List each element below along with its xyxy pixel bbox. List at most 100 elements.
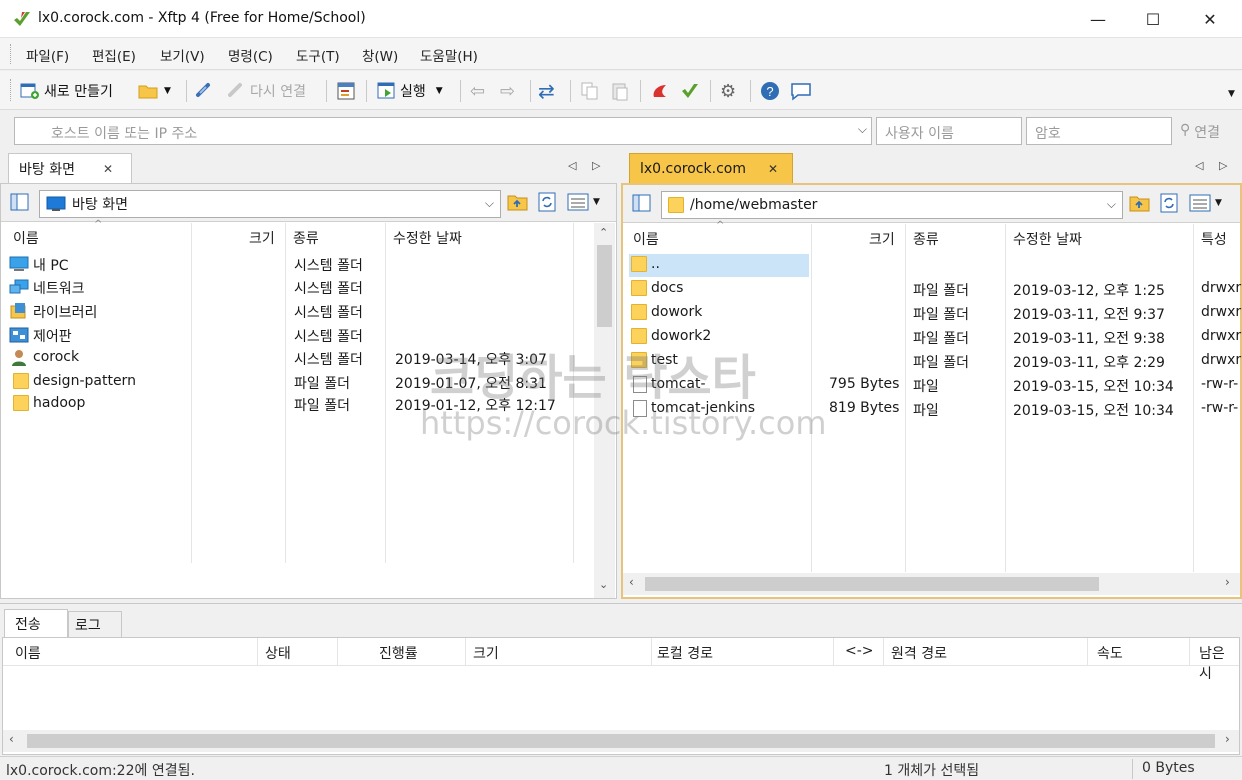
maximize-button[interactable]: ☐ xyxy=(1125,0,1181,38)
file-row[interactable]: hadoop 파일 폴더 2019-01-12, 오후 12:17 xyxy=(9,393,589,416)
left-path-field[interactable]: 바탕 화면 ⌵ xyxy=(39,190,501,218)
password-input[interactable]: 암호 xyxy=(1026,117,1172,145)
parent-folder-button[interactable] xyxy=(507,192,529,216)
col-size[interactable]: 크기 xyxy=(869,229,895,249)
scroll-left-icon[interactable]: ‹ xyxy=(9,732,14,746)
scroll-right-icon[interactable]: › xyxy=(1225,575,1230,589)
open-folder-button[interactable]: ▼ xyxy=(138,79,171,103)
chevron-down-icon[interactable]: ⌵ xyxy=(485,196,494,211)
tab-scroll-left-icon[interactable]: ◁ xyxy=(568,159,576,172)
file-row[interactable]: tomcat-jenkins 819 Bytes 파일 2019-03-15, … xyxy=(629,398,1239,421)
chevron-down-icon[interactable]: ⌵ xyxy=(1107,197,1116,212)
file-row[interactable]: tomcat- 795 Bytes 파일 2019-03-15, 오전 10:3… xyxy=(629,374,1239,397)
scroll-left-icon[interactable]: ‹ xyxy=(629,575,634,589)
col-status[interactable]: 상태 xyxy=(265,643,291,663)
minimize-button[interactable]: — xyxy=(1070,0,1126,38)
toolbar-overflow-icon[interactable]: ▼ xyxy=(1228,89,1235,99)
feedback-button[interactable] xyxy=(790,79,812,103)
chevron-down-icon[interactable]: ⌵ xyxy=(858,122,867,137)
right-horizontal-scrollbar[interactable]: ‹ › xyxy=(623,573,1240,595)
folder-up-icon xyxy=(507,195,528,211)
scroll-thumb[interactable] xyxy=(645,577,1099,591)
help-button[interactable]: ? xyxy=(760,79,780,103)
refresh-button[interactable] xyxy=(1159,193,1181,217)
properties-button[interactable] xyxy=(336,79,356,103)
file-row[interactable]: test 파일 폴더 2019-03-11, 오후 2:29 drwxr xyxy=(629,350,1241,373)
xshell-button[interactable] xyxy=(650,79,670,103)
col-remote-path[interactable]: 원격 경로 xyxy=(891,643,947,663)
refresh-button[interactable] xyxy=(537,192,559,216)
col-modified[interactable]: 수정한 날짜 xyxy=(393,228,462,248)
copy-button[interactable] xyxy=(580,79,600,103)
file-row[interactable]: design-pattern 파일 폴더 2019-01-07, 오전 8:31 xyxy=(9,371,589,394)
file-row[interactable]: docs 파일 폴더 2019-03-12, 오후 1:25 drwxr xyxy=(629,278,1241,301)
file-row[interactable]: dowork 파일 폴더 2019-03-11, 오전 9:37 drwxr xyxy=(629,302,1241,325)
title-bar: lx0.corock.com - Xftp 4 (Free for Home/S… xyxy=(0,0,1242,38)
paste-button[interactable] xyxy=(610,79,630,103)
menu-edit[interactable]: 편집(E) xyxy=(92,45,136,65)
connect-link-button[interactable] xyxy=(194,79,214,103)
tab-close-icon[interactable]: ✕ xyxy=(103,162,113,176)
tab-close-icon[interactable]: ✕ xyxy=(768,162,778,176)
parent-folder-button[interactable] xyxy=(1129,193,1151,217)
tab-scroll-right-icon[interactable]: ▷ xyxy=(592,159,600,172)
tree-toggle-icon[interactable] xyxy=(9,192,33,214)
sync-button[interactable]: ⇄ xyxy=(538,79,555,103)
col-remaining[interactable]: 남은 시 xyxy=(1199,643,1239,683)
col-type[interactable]: 종류 xyxy=(293,228,319,248)
username-input[interactable]: 사용자 이름 xyxy=(876,117,1022,145)
file-row[interactable]: 제어판 시스템 폴더 xyxy=(9,324,589,347)
reconnect-button[interactable]: 다시 연결 xyxy=(226,79,306,103)
menu-command[interactable]: 명령(C) xyxy=(228,45,273,65)
scroll-thumb[interactable] xyxy=(27,734,1215,748)
tab-scroll-right-icon[interactable]: ▷ xyxy=(1219,159,1227,172)
scroll-down-icon[interactable]: ⌄ xyxy=(599,578,608,591)
tab-desktop[interactable]: 바탕 화면 ✕ xyxy=(8,153,132,183)
menu-window[interactable]: 창(W) xyxy=(362,45,398,65)
file-row[interactable]: 내 PC 시스템 폴더 xyxy=(9,253,589,276)
col-transfer-name[interactable]: 이름 xyxy=(15,643,41,663)
menu-view[interactable]: 보기(V) xyxy=(160,45,205,65)
col-attributes[interactable]: 특성 xyxy=(1201,229,1227,249)
tab-scroll-left-icon[interactable]: ◁ xyxy=(1195,159,1203,172)
tab-transfer[interactable]: 전송 xyxy=(4,609,68,637)
tab-log[interactable]: 로그 xyxy=(68,611,122,637)
menu-file[interactable]: 파일(F) xyxy=(26,45,69,65)
right-path-field[interactable]: /home/webmaster ⌵ xyxy=(661,191,1123,219)
tree-toggle-icon[interactable] xyxy=(631,193,653,217)
new-session-button[interactable]: 새로 만들기 xyxy=(20,79,113,103)
transfer-horizontal-scrollbar[interactable]: ‹ › xyxy=(3,730,1239,752)
scroll-thumb[interactable] xyxy=(597,245,612,327)
view-mode-button[interactable]: ▼ xyxy=(567,192,600,212)
col-direction[interactable]: <-> xyxy=(845,643,874,659)
scroll-right-icon[interactable]: › xyxy=(1225,732,1230,746)
menu-tools[interactable]: 도구(T) xyxy=(296,45,340,65)
col-local-path[interactable]: 로컬 경로 xyxy=(657,643,713,663)
file-row[interactable]: 라이브러리 시스템 폴더 xyxy=(9,300,589,323)
file-row[interactable]: corock 시스템 폴더 2019-03-14, 오후 3:07 xyxy=(9,347,589,370)
options-button[interactable]: ⚙ xyxy=(720,79,736,103)
menu-help[interactable]: 도움말(H) xyxy=(420,45,478,65)
col-modified[interactable]: 수정한 날짜 xyxy=(1013,229,1082,249)
col-size[interactable]: 크기 xyxy=(249,228,275,248)
col-name[interactable]: 이름 xyxy=(633,229,659,249)
host-input[interactable]: 호스트 이름 또는 IP 주소 ⌵ xyxy=(14,117,872,145)
back-button[interactable]: ⇦ xyxy=(470,79,485,103)
forward-button[interactable]: ⇨ xyxy=(500,79,515,103)
col-speed[interactable]: 속도 xyxy=(1097,643,1123,663)
left-vertical-scrollbar[interactable]: ⌃ ⌄ xyxy=(594,223,615,598)
file-row-selected[interactable]: .. xyxy=(629,254,809,277)
scroll-up-icon[interactable]: ⌃ xyxy=(599,226,608,239)
view-mode-button[interactable]: ▼ xyxy=(1189,193,1222,213)
run-button[interactable]: 실행 ▼ xyxy=(376,79,443,103)
xftp-button[interactable] xyxy=(680,79,700,103)
tab-remote-session[interactable]: lx0.corock.com ✕ xyxy=(629,153,793,183)
connect-button[interactable]: ⚲ 연결 xyxy=(1180,122,1220,142)
file-row[interactable]: dowork2 파일 폴더 2019-03-11, 오전 9:38 drwxr xyxy=(629,326,1241,349)
col-transfer-size[interactable]: 크기 xyxy=(473,643,499,663)
col-name[interactable]: 이름 xyxy=(13,228,39,248)
file-row[interactable]: 네트워크 시스템 폴더 xyxy=(9,276,589,299)
close-button[interactable]: ✕ xyxy=(1182,0,1238,38)
col-type[interactable]: 종류 xyxy=(913,229,939,249)
col-progress[interactable]: 진행률 xyxy=(379,643,418,663)
